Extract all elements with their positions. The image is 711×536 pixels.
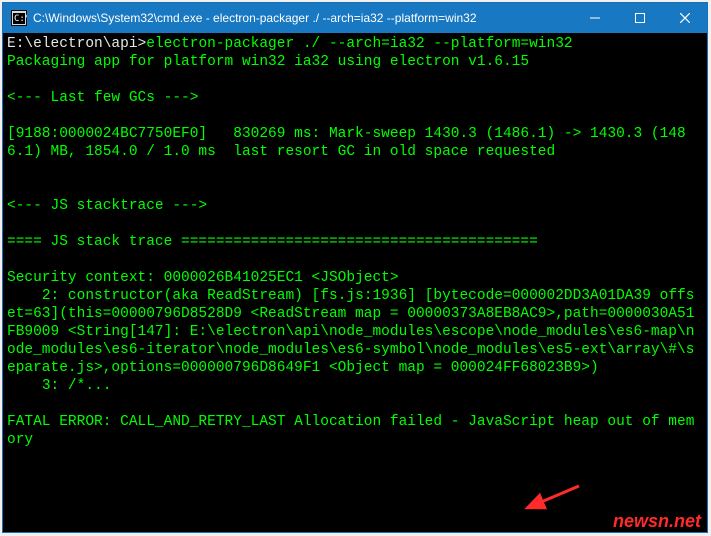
- cmd-icon: C:\: [11, 10, 27, 26]
- prompt-path: E:\electron\api>: [7, 36, 146, 52]
- close-button[interactable]: [662, 3, 707, 33]
- output-line: ==== JS stack trace ====================…: [7, 234, 538, 250]
- output-line: FATAL ERROR: CALL_AND_RETRY_LAST Allocat…: [7, 414, 694, 448]
- output-line: <--- Last few GCs --->: [7, 90, 198, 106]
- window-title: C:\Windows\System32\cmd.exe - electron-p…: [33, 11, 572, 25]
- minimize-button[interactable]: [572, 3, 617, 33]
- cmd-window: C:\ C:\Windows\System32\cmd.exe - electr…: [2, 2, 708, 533]
- output-line: [9188:0000024BC7750EF0] 830269 ms: Mark-…: [7, 126, 686, 160]
- command-text: electron-packager ./ --arch=ia32 --platf…: [146, 36, 572, 52]
- titlebar[interactable]: C:\ C:\Windows\System32\cmd.exe - electr…: [3, 3, 707, 33]
- maximize-button[interactable]: [617, 3, 662, 33]
- terminal-output[interactable]: E:\electron\api>electron-packager ./ --a…: [3, 33, 707, 532]
- output-line: <--- JS stacktrace --->: [7, 198, 207, 214]
- output-line: 3: /*...: [7, 378, 111, 394]
- output-line: Security context: 0000026B41025EC1 <JSOb…: [7, 270, 399, 286]
- output-line: Packaging app for platform win32 ia32 us…: [7, 54, 529, 70]
- output-line: 2: constructor(aka ReadStream) [fs.js:19…: [7, 288, 694, 376]
- window-controls: [572, 3, 707, 33]
- svg-text:C:\: C:\: [14, 14, 27, 24]
